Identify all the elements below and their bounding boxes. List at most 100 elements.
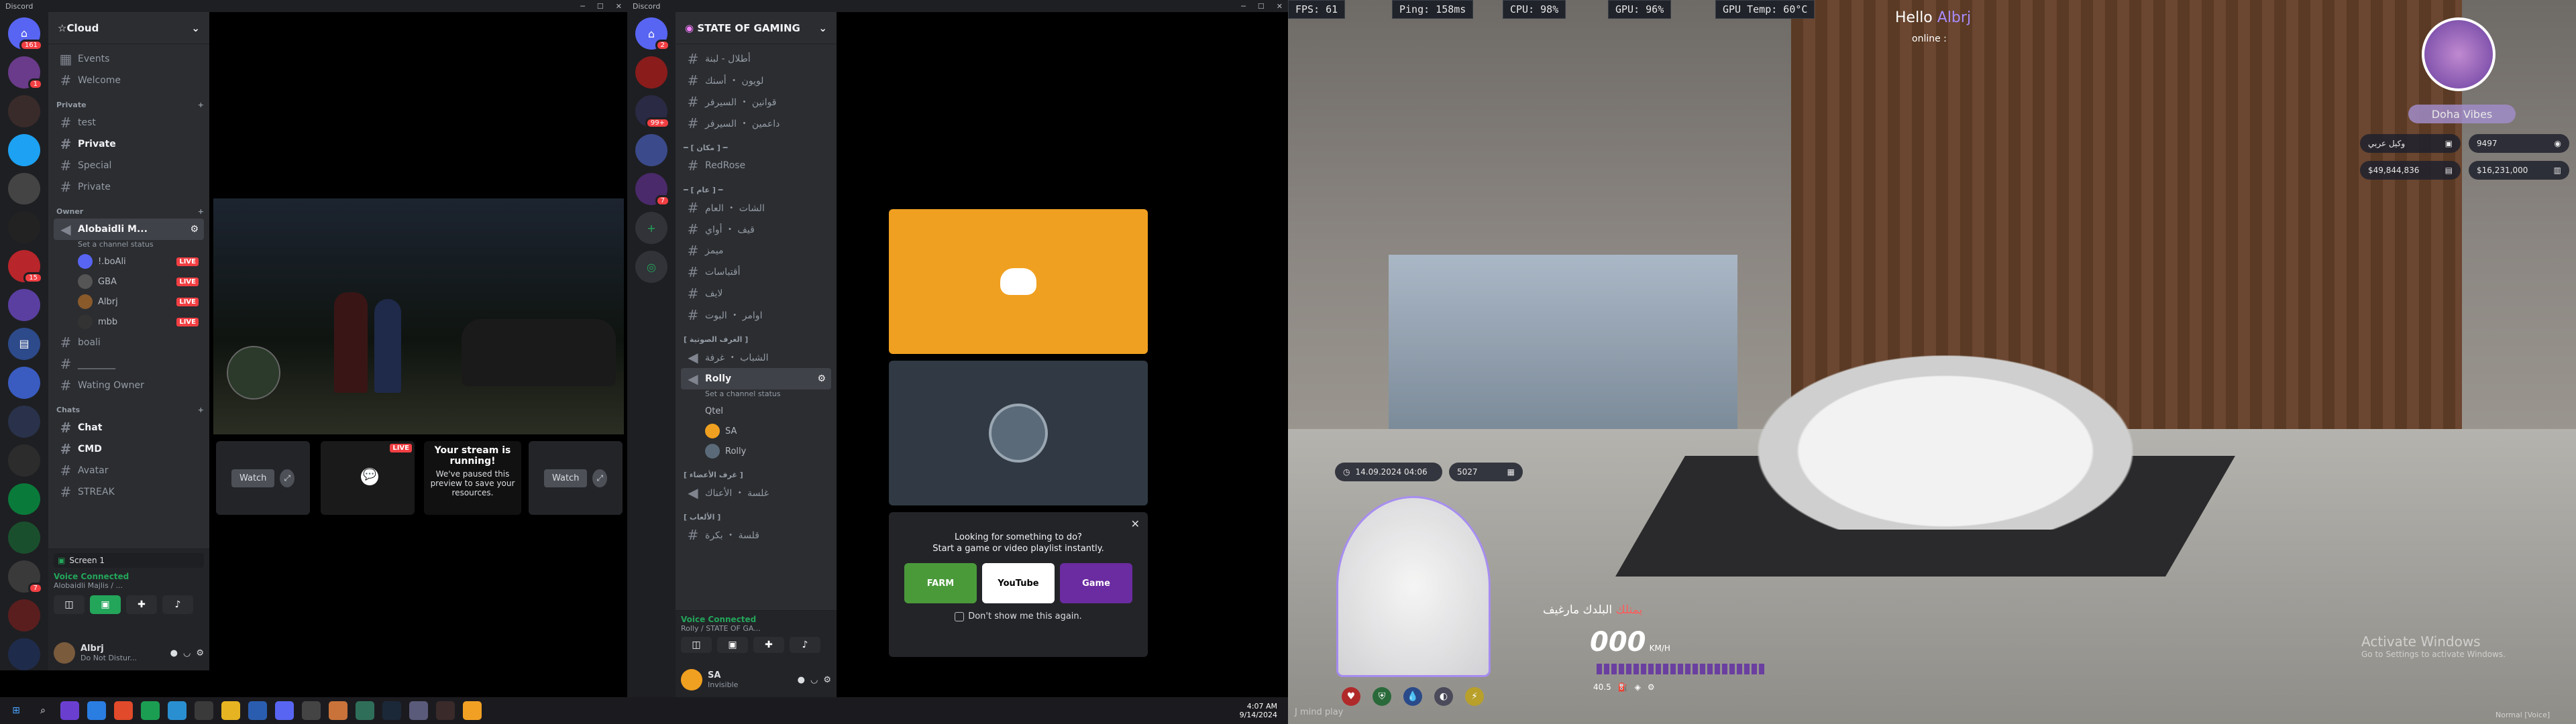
search-icon[interactable]: ⌕ [34, 701, 52, 720]
microphone-icon[interactable]: ● [798, 675, 805, 685]
taskbar-app-icon[interactable] [302, 701, 321, 720]
server-header[interactable]: ◉ STATE OF GAMING ⌄ [676, 12, 837, 44]
clock[interactable]: 4:07 AM 9/14/2024 [1240, 702, 1277, 719]
activity-app[interactable]: YouTube [982, 563, 1055, 603]
server-icon[interactable] [8, 638, 40, 670]
explore-icon[interactable]: ◎ [635, 251, 667, 283]
voice-user[interactable]: SA [681, 421, 831, 441]
server-icon[interactable]: 99+ [635, 95, 670, 129]
server-icon[interactable]: 7 [635, 173, 670, 206]
channel-item[interactable]: # لويون ・ أسنك [681, 70, 831, 91]
taskbar-app-icon[interactable] [275, 701, 294, 720]
taskbar-app-icon[interactable] [463, 701, 482, 720]
stream-tile[interactable]: Watch ⤢ [529, 441, 623, 515]
server-icon[interactable] [635, 56, 667, 88]
server-header[interactable]: ☆Cloud ⌄ [48, 12, 209, 44]
stream-preview-main[interactable] [213, 198, 624, 434]
server-icon[interactable]: 7 [8, 560, 43, 595]
taskbar-app-icon[interactable] [141, 701, 160, 720]
server-icon[interactable]: 1 [8, 56, 43, 90]
popout-icon[interactable]: ⤢ [280, 469, 295, 487]
activities-button[interactable]: ✚ [753, 637, 784, 653]
checkbox[interactable] [955, 611, 965, 621]
server-icon[interactable] [635, 134, 667, 166]
channel-item[interactable]: # RedRose [681, 155, 831, 176]
avatar[interactable] [54, 642, 75, 664]
headphones-icon[interactable]: ◡ [183, 648, 191, 658]
category-header[interactable]: ━ [ عام ] ━ [684, 186, 831, 194]
channel-item[interactable]: # Welcome [54, 70, 204, 91]
minimize-icon[interactable]: ─ [580, 2, 585, 11]
taskbar-app-icon[interactable] [168, 701, 186, 720]
close-icon[interactable]: ✕ [616, 2, 622, 11]
voice-user-label[interactable]: Qtel [681, 401, 831, 421]
channel-item[interactable]: # لايف [681, 283, 831, 304]
screen-share-button[interactable]: ▣ [90, 595, 121, 614]
voice-channel-item[interactable]: ◀ غلسة ・ الأعناك [681, 482, 831, 503]
server-icon[interactable] [8, 522, 40, 554]
channel-status[interactable]: Set a channel status [54, 240, 204, 249]
plus-icon[interactable]: + [198, 207, 204, 216]
voice-user[interactable]: mbb LIVE [54, 312, 204, 332]
server-icon[interactable] [8, 483, 40, 516]
server-icon[interactable] [8, 289, 40, 321]
minimize-icon[interactable]: ─ [1241, 2, 1246, 11]
voice-user[interactable]: Rolly [681, 441, 831, 461]
steam-icon[interactable] [382, 701, 401, 720]
voice-connected-label[interactable]: Voice Connected [681, 615, 831, 624]
channel-item[interactable]: # Private [54, 133, 204, 155]
server-icon[interactable] [8, 366, 40, 399]
voice-channel-path[interactable]: Rolly / STATE OF GA... [681, 624, 831, 633]
channel-item[interactable]: # Chat [54, 417, 204, 438]
folder-icon[interactable]: ▤ [8, 328, 40, 360]
gear-icon[interactable]: ⚙ [823, 675, 831, 685]
events-item[interactable]: ▦ Events [54, 48, 204, 70]
activity-app[interactable]: FARM [904, 563, 977, 603]
server-icon[interactable] [8, 172, 40, 205]
watch-button[interactable]: Watch [543, 469, 588, 487]
stream-tile[interactable]: Watch ⤢ [216, 441, 310, 515]
close-icon[interactable]: ✕ [1277, 2, 1283, 11]
gear-icon[interactable]: ⚙ [196, 648, 204, 658]
voice-user[interactable]: !.boAli LIVE [54, 251, 204, 272]
channel-item[interactable]: # قوانين ・ السيرفر [681, 91, 831, 113]
server-icon[interactable] [8, 599, 40, 631]
taskbar-app-icon[interactable] [329, 701, 347, 720]
activity-app[interactable]: Game [1060, 563, 1132, 603]
channel-item[interactable]: # Wating Owner [54, 375, 204, 396]
stream-tile-paused[interactable]: Your stream is running! We've paused thi… [424, 441, 521, 515]
server-icon[interactable] [8, 95, 40, 127]
channel-item[interactable]: # قيف ・ أواي [681, 219, 831, 240]
watch-button[interactable]: Watch [231, 469, 275, 487]
plus-icon[interactable]: + [198, 406, 204, 414]
taskbar-app-icon[interactable] [60, 701, 79, 720]
voice-channel-item[interactable]: ◀ الشباب ・ غرفة [681, 347, 831, 368]
headphones-icon[interactable]: ◡ [810, 675, 818, 685]
popout-icon[interactable]: ⤢ [592, 469, 608, 487]
taskbar-app-icon[interactable] [409, 701, 428, 720]
channel-item[interactable]: # test [54, 112, 204, 133]
gear-icon[interactable]: ⚙ [817, 373, 826, 384]
participant-tile-rolly[interactable] [889, 361, 1148, 505]
add-server-icon[interactable]: + [635, 212, 667, 244]
taskbar-app-icon[interactable] [436, 701, 455, 720]
microphone-icon[interactable]: ● [170, 648, 178, 658]
server-icon[interactable] [8, 211, 40, 244]
server-icon[interactable] [8, 133, 40, 166]
channel-item[interactable]: # Private [54, 176, 204, 198]
channel-item[interactable]: # boali [54, 332, 204, 353]
voice-channel-item[interactable]: ◀ Alobaidli M... ⚙ [54, 219, 204, 240]
channel-item[interactable]: # أقتباسات [681, 261, 831, 283]
voice-channel-path[interactable]: Alobaidli Majlis / ... [54, 581, 204, 590]
voice-connected-label[interactable]: Voice Connected [54, 572, 204, 581]
camera-button[interactable]: ◫ [681, 637, 712, 653]
close-icon[interactable]: ✕ [1131, 518, 1140, 530]
camera-button[interactable]: ◫ [54, 595, 85, 614]
channel-item[interactable]: # الشات ・ العام [681, 197, 831, 219]
category-header[interactable]: [ غرف الأعضاء ] [684, 471, 831, 479]
channel-item[interactable]: # ميمز [681, 240, 831, 261]
server-icon[interactable]: 15 [8, 250, 43, 284]
maximize-icon[interactable]: ☐ [1258, 2, 1265, 11]
folder-icon[interactable] [221, 701, 240, 720]
server-icon[interactable] [8, 405, 40, 438]
